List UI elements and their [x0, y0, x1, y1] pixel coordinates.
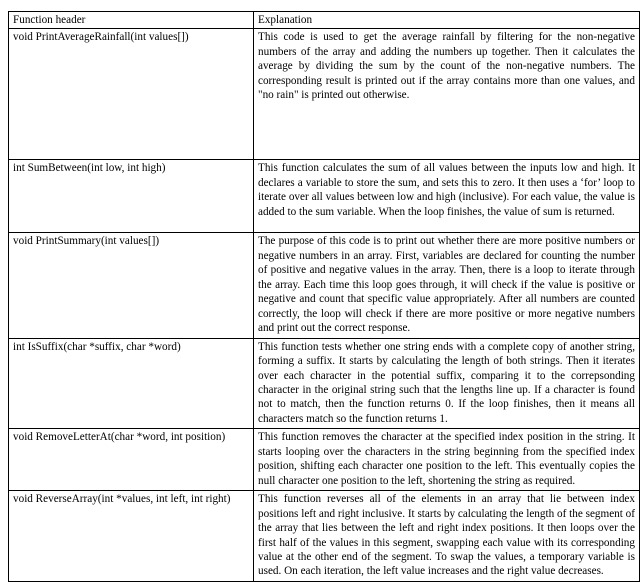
- explanation-cell: This function removes the character at t…: [253, 428, 640, 492]
- table-header-row: Function header Explanation: [8, 10, 640, 30]
- document-page: Function header Explanation void PrintAv…: [0, 0, 640, 582]
- explanation-cell: This function calculates the sum of all …: [253, 159, 640, 234]
- explanation-cell: This code is used to get the average rai…: [253, 28, 640, 161]
- explanation-cell: This function tests whether one string e…: [253, 337, 640, 430]
- function-explanation-table: Function header Explanation void PrintAv…: [8, 10, 640, 582]
- table-row: int SumBetween(int low, int high) This f…: [8, 159, 640, 234]
- column-header-function: Function header: [8, 10, 254, 30]
- column-header-explanation: Explanation: [253, 10, 640, 30]
- explanation-cell: The purpose of this code is to print out…: [253, 232, 640, 339]
- table-row: int IsSuffix(char *suffix, char *word) T…: [8, 337, 640, 430]
- function-header-cell: void ReverseArray(int *values, int left,…: [8, 490, 254, 582]
- table-row: void PrintSummary(int values[]) The purp…: [8, 232, 640, 339]
- function-header-cell: void PrintAverageRainfall(int values[]): [8, 28, 254, 161]
- table-row: void ReverseArray(int *values, int left,…: [8, 490, 640, 582]
- table-row: void RemoveLetterAt(char *word, int posi…: [8, 428, 640, 492]
- function-header-cell: int SumBetween(int low, int high): [8, 159, 254, 234]
- function-header-cell: void RemoveLetterAt(char *word, int posi…: [8, 428, 254, 492]
- function-header-cell: int IsSuffix(char *suffix, char *word): [8, 337, 254, 430]
- function-header-cell: void PrintSummary(int values[]): [8, 232, 254, 339]
- explanation-cell: This function reverses all of the elemen…: [253, 490, 640, 582]
- table-row: void PrintAverageRainfall(int values[]) …: [8, 28, 640, 161]
